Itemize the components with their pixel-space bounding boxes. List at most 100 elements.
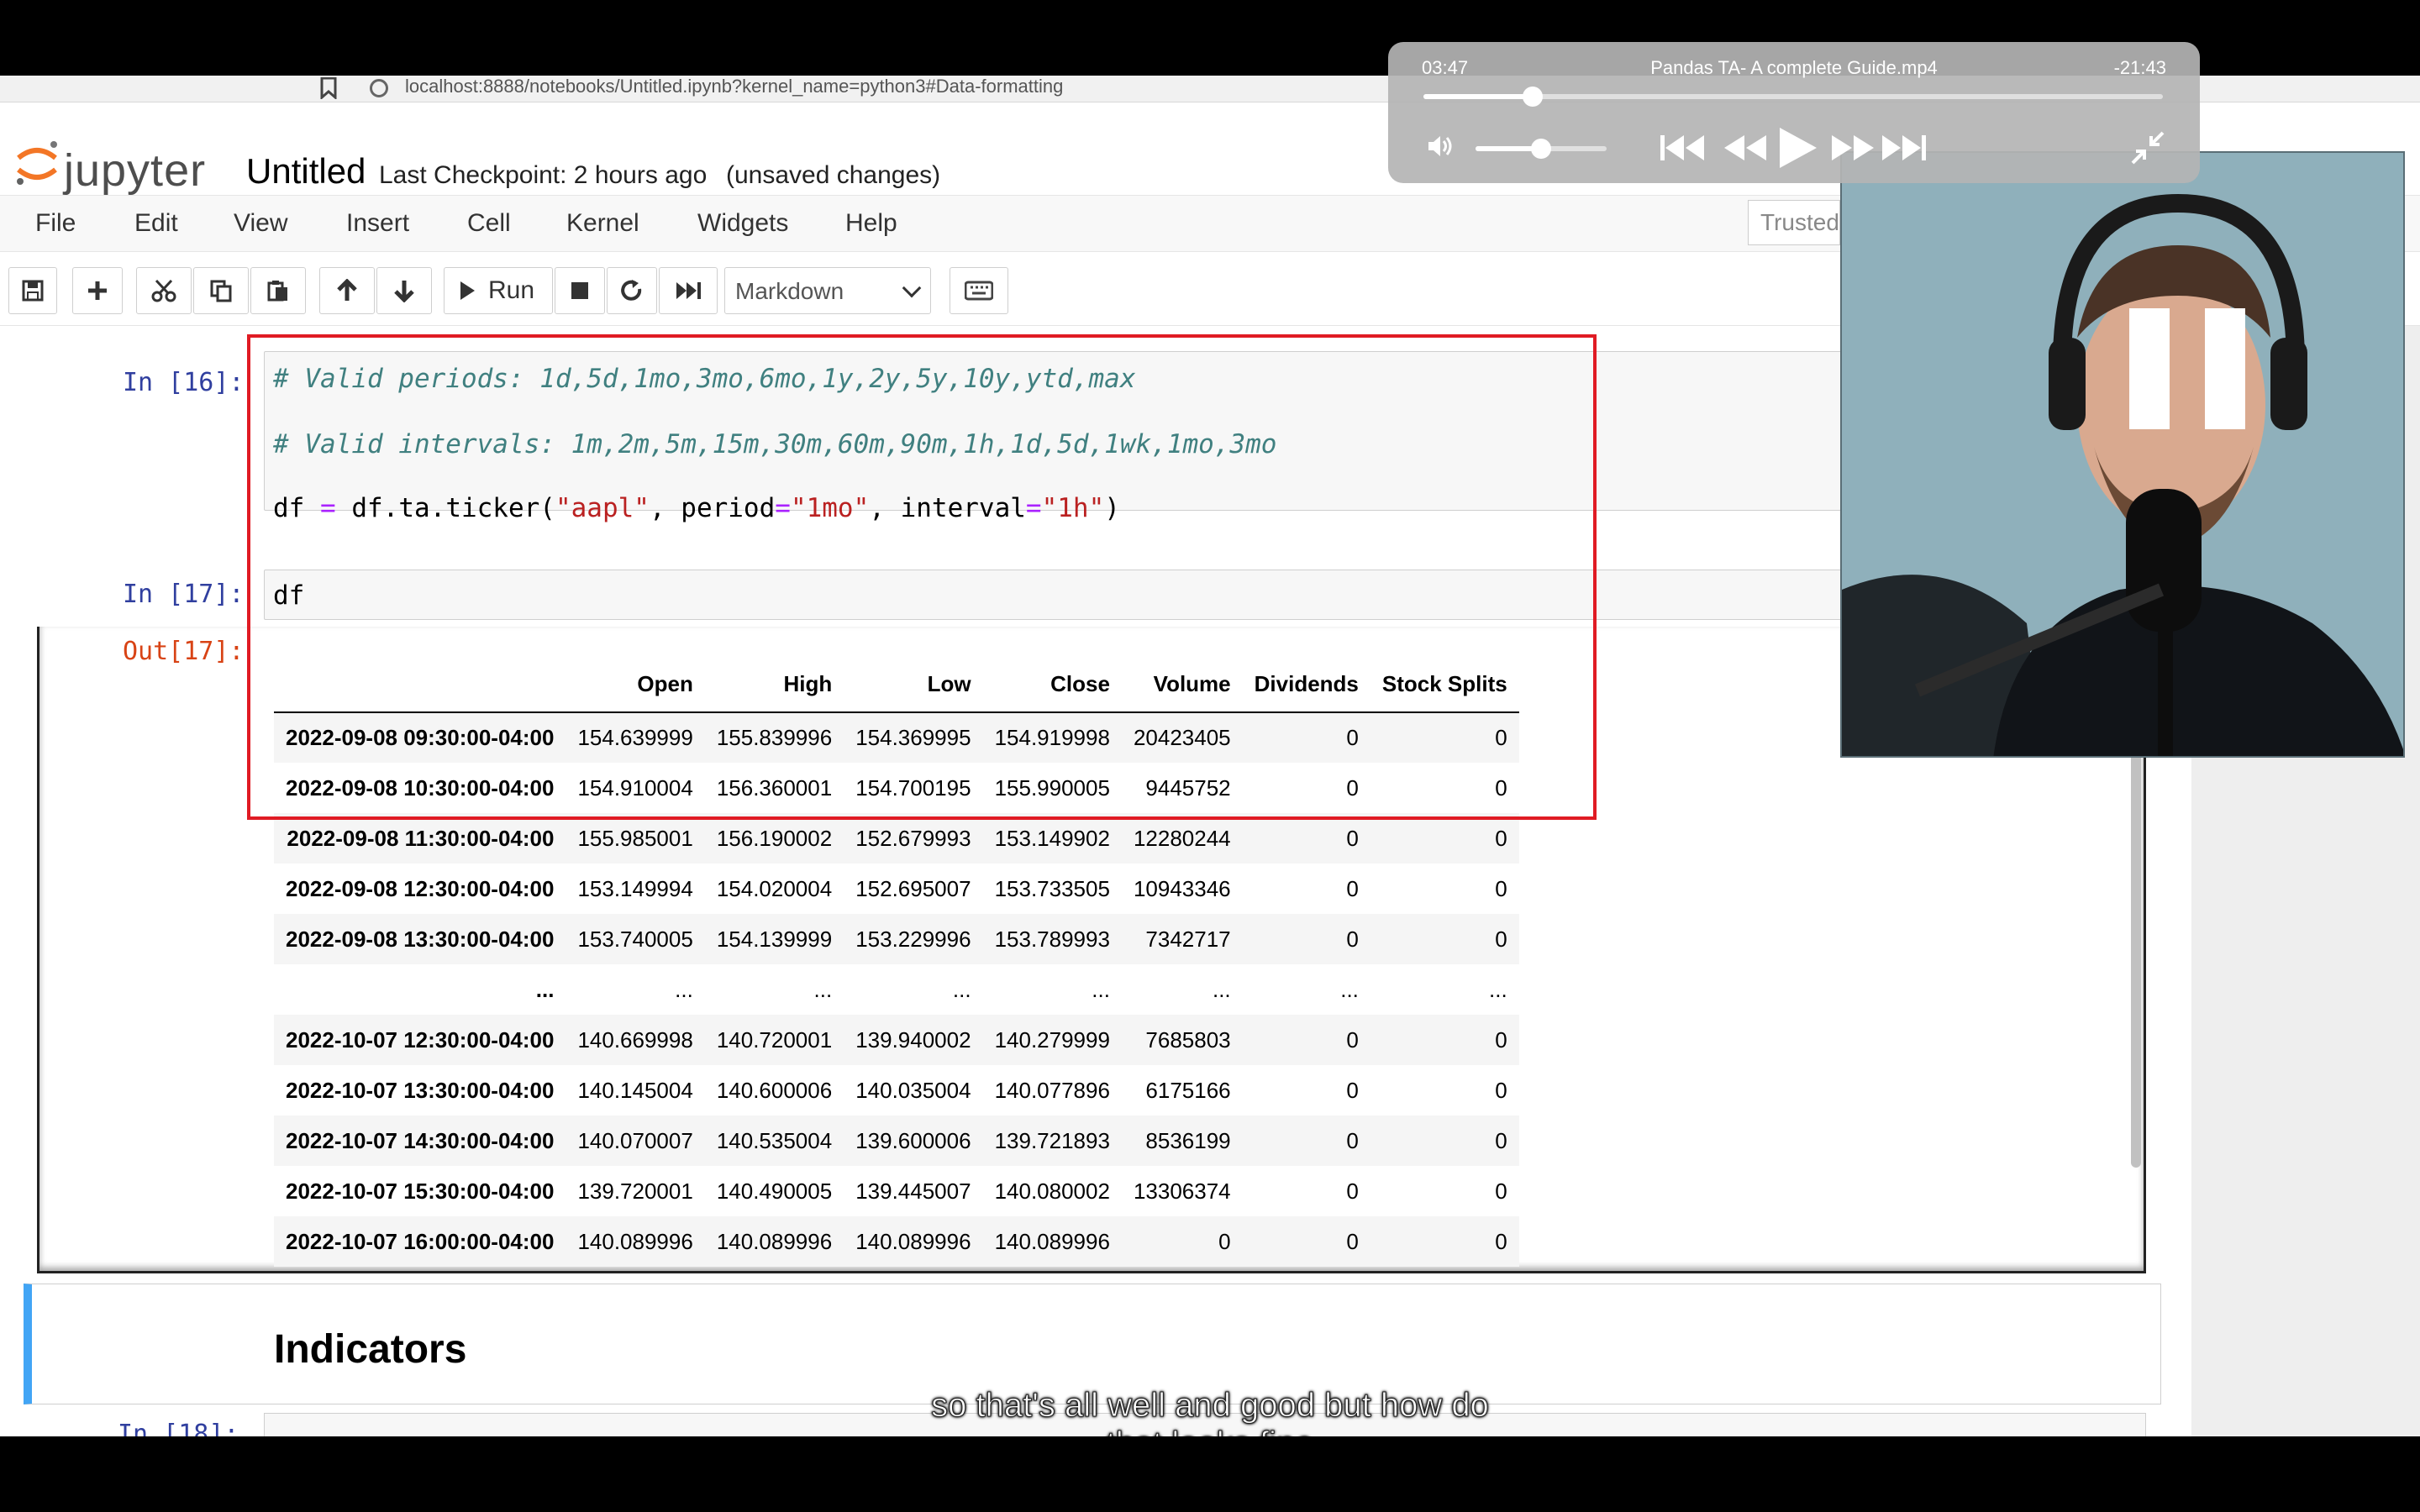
- run-button[interactable]: Run: [444, 267, 553, 314]
- cell-open: 153.740005: [577, 926, 693, 952]
- site-info-icon[interactable]: [370, 79, 388, 97]
- menu-view[interactable]: View: [234, 209, 287, 238]
- command-palette-button[interactable]: [950, 267, 1008, 314]
- scissors-icon: [151, 279, 176, 302]
- cell-low: 140.035004: [855, 1077, 971, 1103]
- save-button[interactable]: [8, 267, 57, 314]
- cell-low: ...: [952, 976, 971, 1002]
- volume-icon[interactable]: [1427, 134, 1454, 158]
- table-row: 2022-10-07 12:30:00-04:00 140.669998 140.7…: [274, 1015, 1519, 1065]
- table-row: 2022-10-07 16:00:00-04:00 140.089996 140.0…: [274, 1216, 1519, 1267]
- notebook-name[interactable]: Untitled: [246, 151, 366, 192]
- copy-button[interactable]: [193, 267, 249, 314]
- cell-dividends: 0: [1346, 1178, 1359, 1204]
- row-index-cell: 2022-10-07 12:30:00-04:00: [286, 1026, 555, 1053]
- menu-widgets[interactable]: Widgets: [697, 209, 788, 238]
- cell-high: 154.139999: [716, 926, 833, 952]
- plus-icon: [88, 281, 107, 300]
- menu-kernel[interactable]: Kernel: [566, 209, 639, 238]
- webcam-overlay: [1840, 151, 2405, 758]
- exit-fullscreen-icon: [2131, 131, 2165, 165]
- volume-knob[interactable]: [1531, 139, 1551, 159]
- interrupt-button[interactable]: [555, 267, 605, 314]
- cell-low: 152.695007: [855, 875, 971, 901]
- cell-high: 156.190002: [716, 825, 833, 851]
- trusted-indicator[interactable]: Trusted: [1748, 200, 1840, 245]
- bookmark-icon[interactable]: [319, 77, 338, 99]
- cell-low: 152.679993: [855, 825, 971, 851]
- menu-cell[interactable]: Cell: [467, 209, 511, 238]
- cell-open: 153.149994: [577, 875, 693, 901]
- cell-stock-splits: 0: [1495, 875, 1507, 901]
- volume-slider[interactable]: [1476, 139, 1607, 159]
- cell-type-value: Markdown: [735, 278, 844, 304]
- row-index-cell: 2022-10-07 14:30:00-04:00: [286, 1127, 555, 1153]
- cell-close: 153.733505: [994, 875, 1110, 901]
- jupyter-logo-icon: [17, 141, 57, 185]
- cell-dividends: ...: [1340, 976, 1359, 1002]
- arrow-up-icon: [337, 279, 357, 301]
- stop-icon: [571, 282, 588, 299]
- paste-icon: [267, 281, 287, 302]
- restart-button[interactable]: [607, 267, 657, 314]
- jupyter-logo-text[interactable]: jupyter: [64, 144, 206, 197]
- cell-stock-splits: 0: [1495, 1127, 1507, 1153]
- cell-stock-splits: ...: [1489, 976, 1507, 1002]
- table-row: 2022-10-07 15:30:00-04:00 139.720001 140.4…: [274, 1166, 1519, 1216]
- row-index-cell: 2022-09-08 13:30:00-04:00: [286, 926, 555, 952]
- rewind-button[interactable]: [1723, 126, 1768, 170]
- cell-volume: 7685803: [1145, 1026, 1231, 1053]
- insert-cell-button[interactable]: [72, 267, 123, 314]
- cell-dividends: 0: [1346, 1077, 1359, 1103]
- row-index-cell: 2022-09-08 12:30:00-04:00: [286, 875, 555, 901]
- move-up-button[interactable]: [319, 267, 375, 314]
- cell-volume: ...: [1212, 976, 1231, 1002]
- checkpoint-status: Last Checkpoint: 2 hours ago: [379, 161, 708, 189]
- progress-knob[interactable]: [1523, 87, 1544, 107]
- cell-volume: 8536199: [1145, 1127, 1231, 1153]
- cell-dividends: 0: [1346, 1026, 1359, 1053]
- cell-high: 140.490005: [716, 1178, 833, 1204]
- cell-stock-splits: 0: [1495, 926, 1507, 952]
- table-row: 2022-10-07 14:30:00-04:00 140.070007 140.5…: [274, 1116, 1519, 1166]
- row-index-cell: ...: [535, 976, 555, 1002]
- cell-type-select[interactable]: Markdown: [724, 267, 931, 314]
- url-text[interactable]: localhost:8888/notebooks/Untitled.ipynb?…: [405, 76, 1063, 97]
- skip-back-button[interactable]: [1659, 126, 1707, 170]
- red-highlight-box: [247, 334, 1597, 820]
- cell-stock-splits: 0: [1495, 1178, 1507, 1204]
- cell-close: 140.080002: [994, 1178, 1110, 1204]
- cell-stock-splits: 0: [1495, 1228, 1507, 1254]
- keyboard-icon: [965, 281, 993, 301]
- arrow-down-icon: [394, 281, 414, 302]
- video-title: Pandas TA- A complete Guide.mp4: [1650, 57, 1938, 78]
- cell-dividends: 0: [1346, 825, 1359, 851]
- menu-file[interactable]: File: [35, 209, 76, 238]
- exit-fullscreen-button[interactable]: [2129, 126, 2166, 170]
- cell-high: 140.535004: [716, 1127, 833, 1153]
- cell-low: 139.600006: [855, 1127, 971, 1153]
- play-icon: [1780, 128, 1817, 168]
- skip-forward-button[interactable]: [1879, 126, 1928, 170]
- play-button[interactable]: [1776, 126, 1818, 170]
- paste-button[interactable]: [250, 267, 306, 314]
- move-down-button[interactable]: [376, 267, 432, 314]
- fast-forward-button[interactable]: [1830, 126, 1876, 170]
- cut-button[interactable]: [136, 267, 192, 314]
- progress-slider[interactable]: [1423, 87, 2163, 107]
- cell-high: 140.600006: [716, 1077, 833, 1103]
- cell-close: 140.279999: [994, 1026, 1110, 1053]
- skip-forward-icon: [1882, 135, 1926, 160]
- cell-high: ...: [813, 976, 833, 1002]
- indicators-heading: Indicators: [274, 1327, 467, 1372]
- restart-icon: [621, 280, 642, 301]
- menu-insert[interactable]: Insert: [346, 209, 409, 238]
- presenter-image: [1842, 153, 2403, 756]
- cell-open: ...: [675, 976, 693, 1002]
- menu-help[interactable]: Help: [845, 209, 897, 238]
- row-index-cell: 2022-10-07 13:30:00-04:00: [286, 1077, 555, 1103]
- play-icon: [460, 281, 475, 300]
- video-frame: localhost:8888/notebooks/Untitled.ipynb?…: [0, 76, 2420, 1436]
- restart-run-all-button[interactable]: [659, 267, 718, 314]
- menu-edit[interactable]: Edit: [134, 209, 178, 238]
